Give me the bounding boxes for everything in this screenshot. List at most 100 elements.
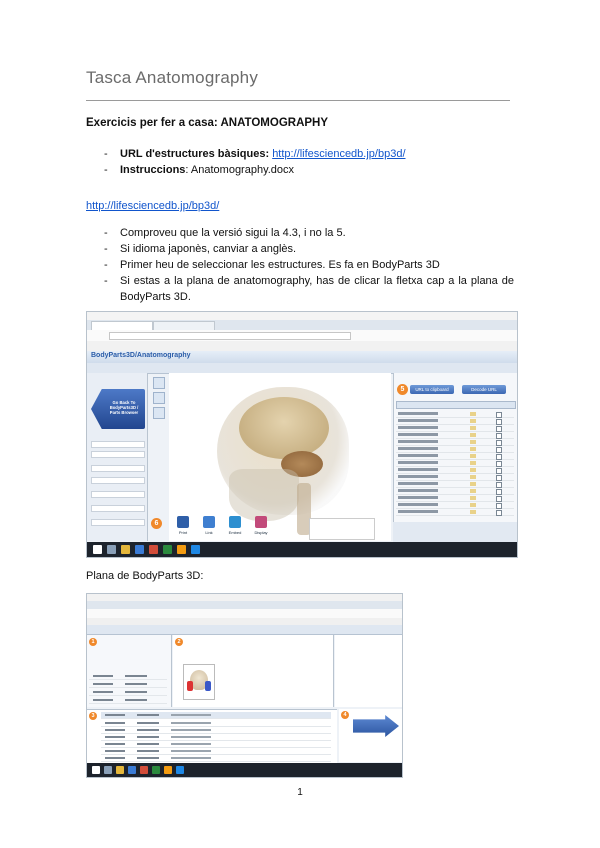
table-row xyxy=(101,748,331,755)
table-row xyxy=(396,453,514,460)
parts-tabs xyxy=(396,401,516,409)
arrow-right-icon xyxy=(353,715,399,737)
right-panel-icons xyxy=(393,522,517,542)
tree-row xyxy=(89,681,167,688)
start-icon xyxy=(92,766,100,774)
form-row xyxy=(91,519,145,526)
blue-marker xyxy=(205,681,211,691)
list-item: Instruccions: Anatomography.docx xyxy=(104,162,484,178)
browser-tab xyxy=(153,321,215,330)
resource-file: : Anatomography.docx xyxy=(185,164,295,176)
page-number: 1 xyxy=(297,787,303,798)
taskbar-icon xyxy=(140,766,148,774)
instructions-list: Comproveu que la versió sigui la 4.3, i … xyxy=(104,225,514,305)
taskbar-icon xyxy=(191,545,200,554)
taskbar-icon xyxy=(121,545,130,554)
print-label: Print xyxy=(178,530,188,535)
table-row xyxy=(396,481,514,488)
resource-label: Instruccions xyxy=(120,164,186,176)
list-item: Comproveu que la versió sigui la 4.3, i … xyxy=(104,225,514,241)
start-icon xyxy=(93,545,102,554)
taskbar-icon xyxy=(149,545,158,554)
browser-tabs xyxy=(87,601,402,609)
anatomography-screenshot: BodyParts3D/Anatomography Go Back To Bod… xyxy=(86,311,518,558)
app-toolbar xyxy=(87,625,402,635)
taskbar-icon xyxy=(104,766,112,774)
table-row xyxy=(101,741,331,748)
list-item: URL d'estructures bàsiques: http://lifes… xyxy=(104,146,484,162)
table-row xyxy=(101,720,331,727)
bodyparts3d-screenshot: 1 2 3 4 xyxy=(86,593,403,778)
tree-row xyxy=(89,689,167,696)
zoom-toolbar xyxy=(149,377,167,527)
tree-panel: 1 xyxy=(87,635,172,707)
zoom-out-icon xyxy=(153,392,165,404)
decode-url-button: Decode URL xyxy=(462,385,506,394)
taskbar-icon xyxy=(116,766,124,774)
step-badge-1: 1 xyxy=(89,638,97,646)
embed-tool: Embed xyxy=(223,516,247,538)
step-badge-5: 5 xyxy=(397,384,408,395)
table-row xyxy=(396,411,514,418)
resource-label: URL d'estructures bàsiques: xyxy=(120,148,270,160)
link-tool: Link xyxy=(197,516,221,538)
anatomography-link-box: 4 xyxy=(339,709,402,762)
skull-thumbnail xyxy=(183,664,215,700)
table-row xyxy=(101,734,331,741)
table-row xyxy=(396,502,514,509)
figure-caption: Plana de BodyParts 3D: xyxy=(86,570,204,582)
resources-list: URL d'estructures bàsiques: http://lifes… xyxy=(104,146,484,178)
title-divider xyxy=(86,100,510,101)
document-title: Tasca Anatomography xyxy=(86,68,259,87)
bp3d-link[interactable]: http://lifesciencedb.jp/bp3d/ xyxy=(272,148,405,160)
embed-label: Embed xyxy=(228,530,242,535)
rotate-icon xyxy=(153,407,165,419)
go-back-button: Go Back To BodyParts3D / Parts Browser xyxy=(91,389,145,429)
form-row xyxy=(91,465,145,472)
step-badge-6: 6 xyxy=(151,518,162,529)
display-label: Display xyxy=(254,530,268,535)
list-item: Si idioma japonès, canviar a anglès. xyxy=(104,241,514,257)
table-row xyxy=(396,446,514,453)
bp3d-url-link[interactable]: http://lifesciencedb.jp/bp3d/ xyxy=(86,200,219,212)
table-row xyxy=(396,488,514,495)
browser-tabs xyxy=(87,320,517,330)
license-box xyxy=(309,518,375,540)
section-heading: Exercicis per fer a casa: ANATOMOGRAPHY xyxy=(86,117,329,129)
taskbar-icon xyxy=(177,545,186,554)
list-item: Primer heu de seleccionar les estructure… xyxy=(104,257,514,273)
taskbar-icon xyxy=(128,766,136,774)
taskbar-icon xyxy=(107,545,116,554)
taskbar-icon xyxy=(176,766,184,774)
table-row xyxy=(396,495,514,502)
taskbar-icon xyxy=(164,766,172,774)
go-back-label: Go Back To BodyParts3D / Parts Browser xyxy=(109,400,139,415)
form-row xyxy=(91,451,145,458)
embed-icon xyxy=(229,516,241,528)
print-tool: Print xyxy=(171,516,195,538)
link-label: Link xyxy=(205,530,213,535)
table-row xyxy=(396,439,514,446)
red-marker xyxy=(187,681,193,691)
browser-tab xyxy=(91,321,153,330)
form-row xyxy=(91,491,145,498)
display-icon xyxy=(255,516,267,528)
table-row xyxy=(396,460,514,467)
brain-render xyxy=(239,397,329,459)
taskbar-icon xyxy=(135,545,144,554)
taskbar-icon xyxy=(152,766,160,774)
info-panel xyxy=(335,635,402,707)
table-row xyxy=(101,755,331,762)
address-field xyxy=(109,332,351,340)
grid-header xyxy=(101,712,331,719)
table-row xyxy=(396,509,514,516)
table-row xyxy=(396,474,514,481)
table-row xyxy=(396,467,514,474)
zoom-in-icon xyxy=(153,377,165,389)
table-row xyxy=(101,727,331,734)
step-badge-2: 2 xyxy=(175,638,183,646)
tree-row xyxy=(89,697,167,704)
viewer-tools: Print Link Embed Display xyxy=(171,514,311,540)
step-badge-3: 3 xyxy=(89,712,97,720)
right-panel: 5 URL to clipboard Decode URL xyxy=(393,373,517,541)
